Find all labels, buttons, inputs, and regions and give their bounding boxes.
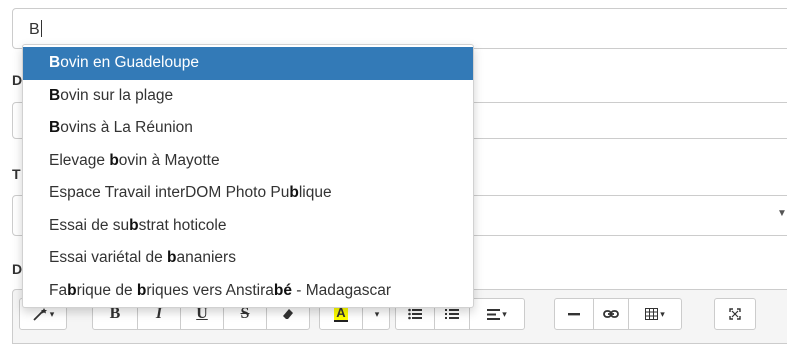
- field-label: D: [12, 261, 23, 277]
- autocomplete-dropdown: Bovin en Guadeloupe Bovin sur la plage B…: [22, 44, 474, 308]
- suggestion-item[interactable]: Espace Travail interDOM Photo Publique: [23, 177, 473, 210]
- highlight-icon: A: [334, 305, 348, 322]
- eraser-icon: [283, 309, 293, 319]
- suggestion-item[interactable]: Bovin en Guadeloupe: [23, 47, 473, 80]
- magic-wand-icon: [33, 308, 47, 321]
- suggestion-item[interactable]: Elevage bovin à Mayotte: [23, 145, 473, 178]
- field-label: D: [12, 72, 23, 88]
- unordered-list-icon: [408, 308, 422, 320]
- caret-down-icon: ▼: [777, 208, 787, 219]
- suggestion-item[interactable]: Essai variétal de bananiers: [23, 242, 473, 275]
- suggestion-item[interactable]: Fabrique de briques vers Anstirabé - Mad…: [23, 275, 473, 308]
- fullscreen-icon: [729, 308, 741, 320]
- caret-down-icon: ▾: [374, 308, 380, 319]
- insert-link-button[interactable]: [593, 298, 629, 330]
- search-input-value: B: [29, 20, 42, 38]
- search-input[interactable]: B: [12, 8, 787, 49]
- align-icon: [487, 308, 501, 320]
- suggestion-item[interactable]: Bovins à La Réunion: [23, 112, 473, 145]
- insert-table-button[interactable]: ▾: [628, 298, 682, 330]
- ordered-list-icon: [445, 309, 459, 319]
- paragraph-align-button[interactable]: ▾: [469, 298, 525, 330]
- link-icon: [603, 310, 619, 318]
- fullscreen-button[interactable]: [714, 298, 756, 330]
- table-icon: [645, 308, 659, 320]
- horizontal-rule-icon: [568, 312, 580, 315]
- suggestion-item[interactable]: Essai de substrat hoticole: [23, 210, 473, 243]
- horizontal-rule-button[interactable]: [554, 298, 594, 330]
- field-label: T: [12, 166, 21, 182]
- text-caret: [40, 20, 42, 37]
- suggestion-item[interactable]: Bovin sur la plage: [23, 80, 473, 113]
